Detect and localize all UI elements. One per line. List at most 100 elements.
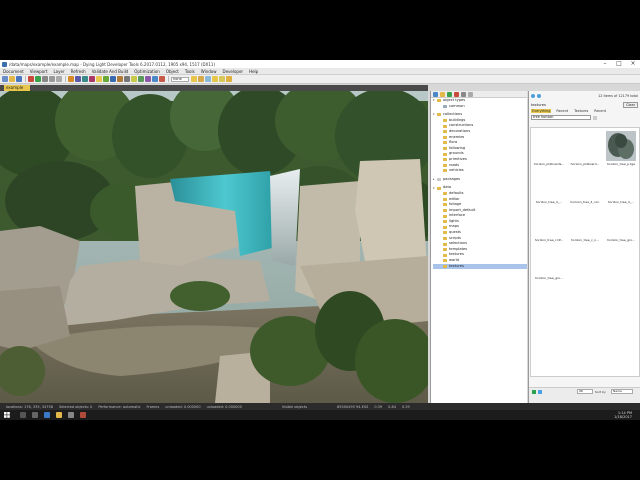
camera-icon[interactable] [138,76,144,82]
save-icon[interactable] [16,76,22,82]
terrain-icon[interactable] [103,76,109,82]
close-button[interactable]: × [626,60,640,68]
menu-refresh[interactable]: Refresh [71,69,86,74]
windows-start-icon[interactable] [4,412,10,418]
asset-item[interactable]: horizon_pl4board... [568,130,602,168]
thumbnail-size-input[interactable]: 96 [577,389,593,394]
water-icon[interactable] [110,76,116,82]
folder-icon [443,152,447,156]
filter-options-icon[interactable] [593,115,597,120]
package-icon[interactable] [226,76,232,82]
menu-validate-and-build[interactable]: Validate And Build [92,69,129,74]
folder-icon [443,124,447,128]
folder-tool-icon[interactable] [219,76,225,82]
forward-arrow-icon[interactable] [537,94,541,98]
tree-add-icon[interactable] [447,91,452,97]
task-view-icon[interactable] [32,412,38,418]
light-icon[interactable] [131,76,137,82]
menu-viewport[interactable]: Viewport [30,69,48,74]
new-file-icon[interactable] [2,76,8,82]
snap-icon[interactable] [96,76,102,82]
stop-icon[interactable] [159,76,165,82]
undo-icon[interactable] [28,76,34,82]
info-icon[interactable] [205,76,211,82]
copy-icon[interactable] [49,76,55,82]
asset-name: horizon_tree_c_n... [570,238,600,242]
tab-textures[interactable]: Textures [573,109,589,113]
rotate-tool-icon[interactable] [82,76,88,82]
expander-icon[interactable]: ▾ [433,113,436,116]
asset-item[interactable]: horizon_tree_c.tif... [532,206,566,244]
redo-icon[interactable] [35,76,41,82]
asset-item[interactable]: horizon_tree_4_... [604,168,638,206]
move-tool-icon[interactable] [75,76,81,82]
status-performance: Performance: automatic [98,404,141,409]
edge-browser-icon[interactable] [44,412,50,418]
asset-item[interactable]: horizon_tree_gro... [604,206,638,244]
refresh-icon[interactable] [538,390,542,394]
tree-node-vehicles[interactable]: vehicles [433,168,527,174]
viewport-scene [0,91,428,403]
paste-icon[interactable] [56,76,62,82]
expander-icon[interactable]: ▾ [433,186,436,190]
tab-everything[interactable]: Everything [531,109,552,113]
scale-tool-icon[interactable] [89,76,95,82]
tree-folder-icon[interactable] [440,91,445,97]
tab-recent[interactable]: Recent [555,109,569,113]
store-icon[interactable] [68,412,74,418]
tree-back-icon[interactable] [433,91,438,97]
layers-icon[interactable] [145,76,151,82]
menu-object[interactable]: Object [166,69,179,74]
import-icon[interactable] [532,390,536,394]
menu-layer[interactable]: Layer [53,69,64,74]
zoom-select[interactable]: none [171,76,189,82]
taskbar-clock[interactable]: 1:14 PM 1/18/2017 [614,411,632,419]
asset-item[interactable]: horizon_tree_4_nor. [568,168,602,206]
tree-filter-icon[interactable] [468,91,473,97]
asset-item[interactable]: horizon_tree_p.tga [604,130,638,168]
expander-icon[interactable]: ▾ [433,99,436,102]
star-icon[interactable] [198,76,204,82]
menu-window[interactable]: Window [201,69,217,74]
select-tool-icon[interactable] [68,76,74,82]
tree-node-common[interactable]: common [433,104,527,110]
asset-thumbnail [534,169,564,199]
tab-recent-2[interactable]: Recent [593,109,607,113]
tree-refresh-icon[interactable] [461,91,466,97]
file-explorer-icon[interactable] [56,412,62,418]
bookmark-icon[interactable] [191,76,197,82]
grid-icon[interactable] [124,76,130,82]
play-icon[interactable] [152,76,158,82]
developer-tools-taskbar-icon[interactable] [80,412,86,418]
tree-node-label: packages [443,176,461,181]
warning-icon[interactable] [212,76,218,82]
sort-select[interactable]: Name [611,389,633,394]
status-bar: locations: 176, 335, 34758 Selected obje… [0,403,640,410]
menu-help[interactable]: Help [249,69,258,74]
asset-item[interactable]: horizon_pl4boards... [532,130,566,168]
minimize-button[interactable]: – [598,60,612,68]
asset-filter-input[interactable]: tree horizon [531,115,591,120]
asset-thumbnail [534,131,564,161]
folder-icon [443,242,447,246]
tree-node-packages[interactable]: ▸ packages [433,177,527,183]
menu-optimization[interactable]: Optimization [134,69,160,74]
asset-item[interactable]: horizon_tree_c_n... [568,206,602,244]
brush-icon[interactable] [117,76,123,82]
open-folder-icon[interactable] [9,76,15,82]
menu-document[interactable]: Document [3,69,24,74]
cut-icon[interactable] [42,76,48,82]
back-arrow-icon[interactable] [531,94,535,98]
3d-viewport[interactable] [0,91,428,403]
clear-button[interactable]: Clear [623,101,638,108]
tree-delete-icon[interactable] [454,91,459,97]
expander-icon[interactable]: ▸ [433,178,436,181]
tree-node-selected[interactable]: textures [433,263,527,270]
menu-tools[interactable]: Tools [185,69,195,74]
title-bar: /data/maps/example/example.map - Dying L… [0,60,640,68]
asset-item[interactable]: horizon_tree_4_... [532,168,566,206]
asset-item[interactable]: horizon_tree_gro... [532,244,566,282]
menu-developer[interactable]: Developer [222,69,243,74]
maximize-button[interactable]: □ [612,60,626,68]
search-icon[interactable] [20,412,26,418]
